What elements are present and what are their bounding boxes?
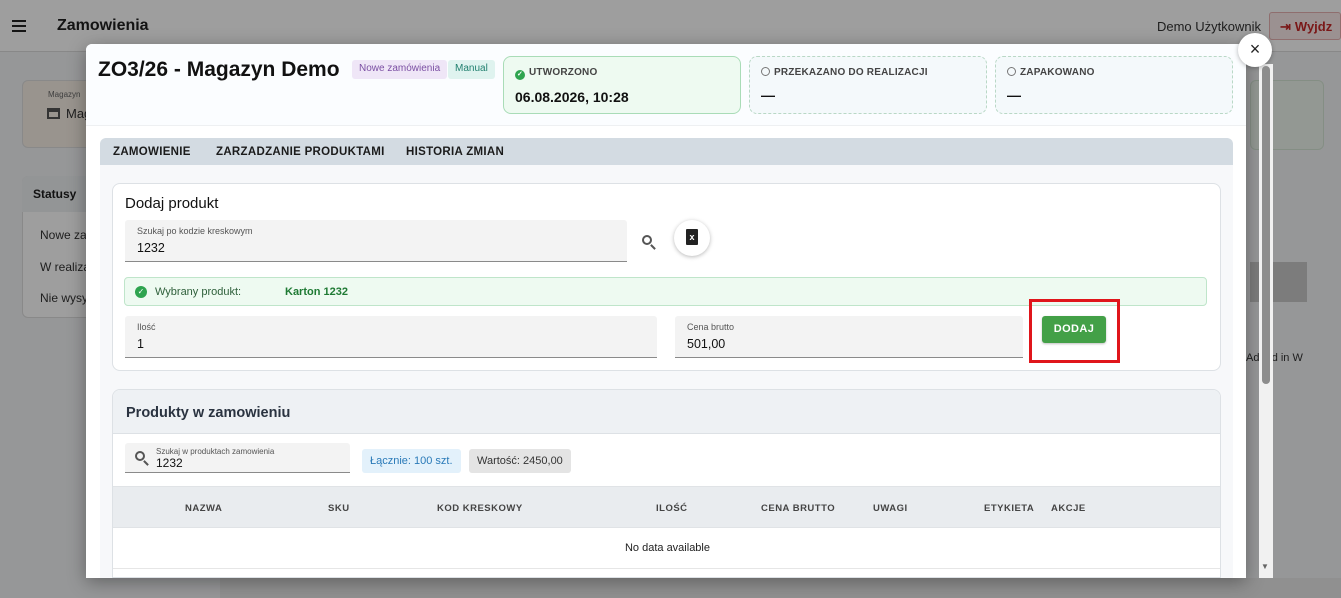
column-header-name[interactable]: NAZWA: [185, 503, 222, 514]
tab-change-history[interactable]: HISTORIA ZMIAN: [406, 146, 504, 158]
selected-product-label: Wybrany produkt:: [155, 286, 242, 298]
column-header-notes[interactable]: UWAGI: [873, 503, 908, 514]
pending-circle-icon: [1007, 67, 1016, 76]
dialog-scrollbar-thumb[interactable]: [1262, 66, 1270, 384]
search-icon[interactable]: [642, 235, 656, 250]
barcode-search-value: 1232: [137, 241, 165, 255]
order-products-search-input[interactable]: Szukaj w produktach zamowienia 1232: [125, 443, 350, 473]
selected-product-name: Karton 1232: [285, 286, 348, 298]
dialog-tabs: ZAMOWIENIE ZARZADZANIE PRODUKTAMI HISTOR…: [100, 138, 1233, 165]
status-step-packed: ZAPAKOWANO —: [995, 56, 1233, 114]
add-product-title: Dodaj produkt: [125, 195, 219, 212]
tab-product-management[interactable]: ZARZADZANIE PRODUKTAMI: [216, 146, 385, 158]
close-dialog-button[interactable]: ×: [1238, 33, 1272, 67]
column-header-barcode[interactable]: KOD KRESKOWY: [437, 503, 523, 514]
column-header-quantity[interactable]: ILOŚĆ: [656, 503, 688, 514]
total-value-chip: Wartość: 2450,00: [469, 449, 571, 473]
pending-circle-icon: [761, 67, 770, 76]
table-empty-message: No data available: [624, 542, 710, 554]
status-step-created: ✓ UTWORZONO 06.08.2026, 10:28: [503, 56, 741, 114]
check-icon: ✓: [515, 70, 525, 80]
order-products-search-value: 1232: [156, 456, 183, 470]
tab-order[interactable]: ZAMOWIENIE: [113, 146, 191, 158]
status-step-value: —: [761, 87, 775, 103]
excel-file-icon: x: [686, 229, 698, 245]
gross-price-value: 501,00: [687, 337, 726, 351]
search-icon: [135, 451, 149, 466]
order-products-search-label: Szukaj w produktach zamowienia: [156, 447, 275, 456]
import-excel-button[interactable]: x: [674, 220, 710, 256]
status-step-label: ZAPAKOWANO: [1020, 67, 1095, 78]
status-step-forwarded: PRZEKAZANO DO REALIZACJI —: [749, 56, 987, 114]
products-table-header: NAZWA SKU KOD KRESKOWY ILOŚĆ CENA BRUTTO…: [113, 486, 1220, 528]
gross-price-field[interactable]: Cena brutto 501,00: [675, 316, 1023, 358]
add-product-button[interactable]: DODAJ: [1042, 316, 1106, 343]
column-header-actions: AKCJE: [1051, 503, 1086, 514]
column-header-label[interactable]: ETYKIETA: [984, 503, 1034, 514]
gross-price-label: Cena brutto: [687, 322, 735, 332]
order-products-card: Produkty w zamowieniu Szukaj w produktac…: [112, 389, 1221, 578]
order-products-title: Produkty w zamowieniu: [126, 405, 291, 421]
barcode-search-input[interactable]: Szukaj po kodzie kreskowym 1232: [125, 220, 627, 262]
dialog-header: ZO3/26 - Magazyn Demo Nowe zamówienia Ma…: [86, 44, 1246, 126]
status-step-value: —: [1007, 87, 1021, 103]
order-title: ZO3/26 - Magazyn Demo: [98, 58, 340, 81]
column-header-sku[interactable]: SKU: [328, 503, 350, 514]
order-products-header: Produkty w zamowieniu: [113, 390, 1220, 434]
source-badge-manual: Manual: [448, 60, 495, 79]
quantity-label: Ilość: [137, 322, 156, 332]
total-quantity-chip: Łącznie: 100 szt.: [362, 449, 461, 473]
quantity-value: 1: [137, 337, 144, 351]
check-circle-icon: ✓: [135, 286, 147, 298]
status-step-value: 06.08.2026, 10:28: [515, 89, 629, 105]
column-header-gross-price[interactable]: CENA BRUTTO: [761, 503, 835, 514]
quantity-field[interactable]: Ilość 1: [125, 316, 657, 358]
table-divider: [113, 568, 1220, 569]
status-badge-new: Nowe zamówienia: [352, 60, 448, 79]
scroll-down-arrow-icon[interactable]: ▼: [1261, 562, 1269, 571]
status-step-label: PRZEKAZANO DO REALIZACJI: [774, 67, 928, 78]
status-step-label: UTWORZONO: [529, 67, 598, 78]
barcode-search-label: Szukaj po kodzie kreskowym: [137, 226, 253, 236]
order-dialog: ZO3/26 - Magazyn Demo Nowe zamówienia Ma…: [86, 44, 1246, 578]
